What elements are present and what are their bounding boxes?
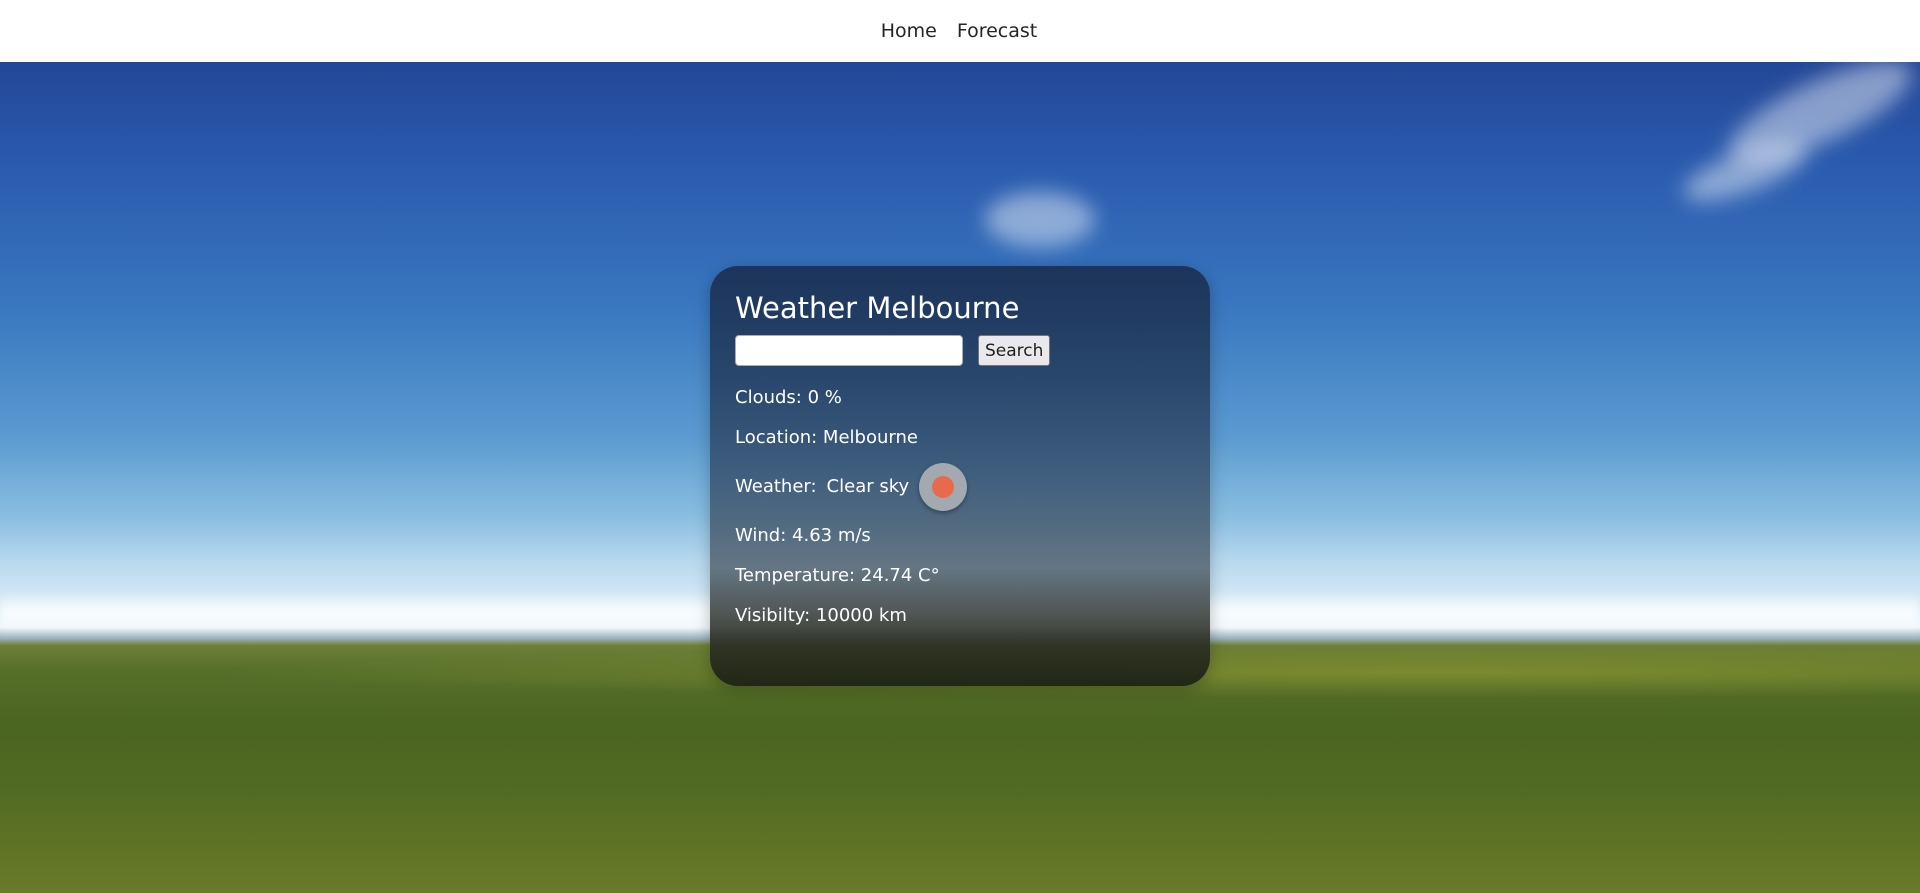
cloud-wisp [985, 192, 1095, 247]
top-navbar: Home Forecast [0, 0, 1920, 62]
wind-text: Wind: 4.63 m/s [735, 525, 871, 546]
temperature-text: Temperature: 24.74 C° [735, 565, 940, 586]
weather-row: Weather: Clear sky [735, 462, 1210, 512]
clear-sky-sun-icon [919, 463, 968, 511]
search-row: Search [735, 335, 1210, 366]
clouds-text: Clouds: 0 % [735, 387, 842, 408]
weather-value: Clear sky [826, 476, 910, 497]
nav-link-forecast[interactable]: Forecast [957, 20, 1037, 42]
sun-dot-icon [932, 476, 955, 498]
weather-label: Weather: [735, 476, 817, 497]
weather-card: Weather Melbourne Search Clouds: 0 % Loc… [710, 266, 1210, 686]
nav-link-home[interactable]: Home [881, 20, 937, 42]
search-button[interactable]: Search [978, 335, 1051, 366]
city-search-input[interactable] [735, 335, 963, 366]
visibility-text: Visibilty: 10000 km [735, 605, 907, 626]
location-text: Location: Melbourne [735, 427, 918, 448]
card-title: Weather Melbourne [735, 291, 1020, 325]
